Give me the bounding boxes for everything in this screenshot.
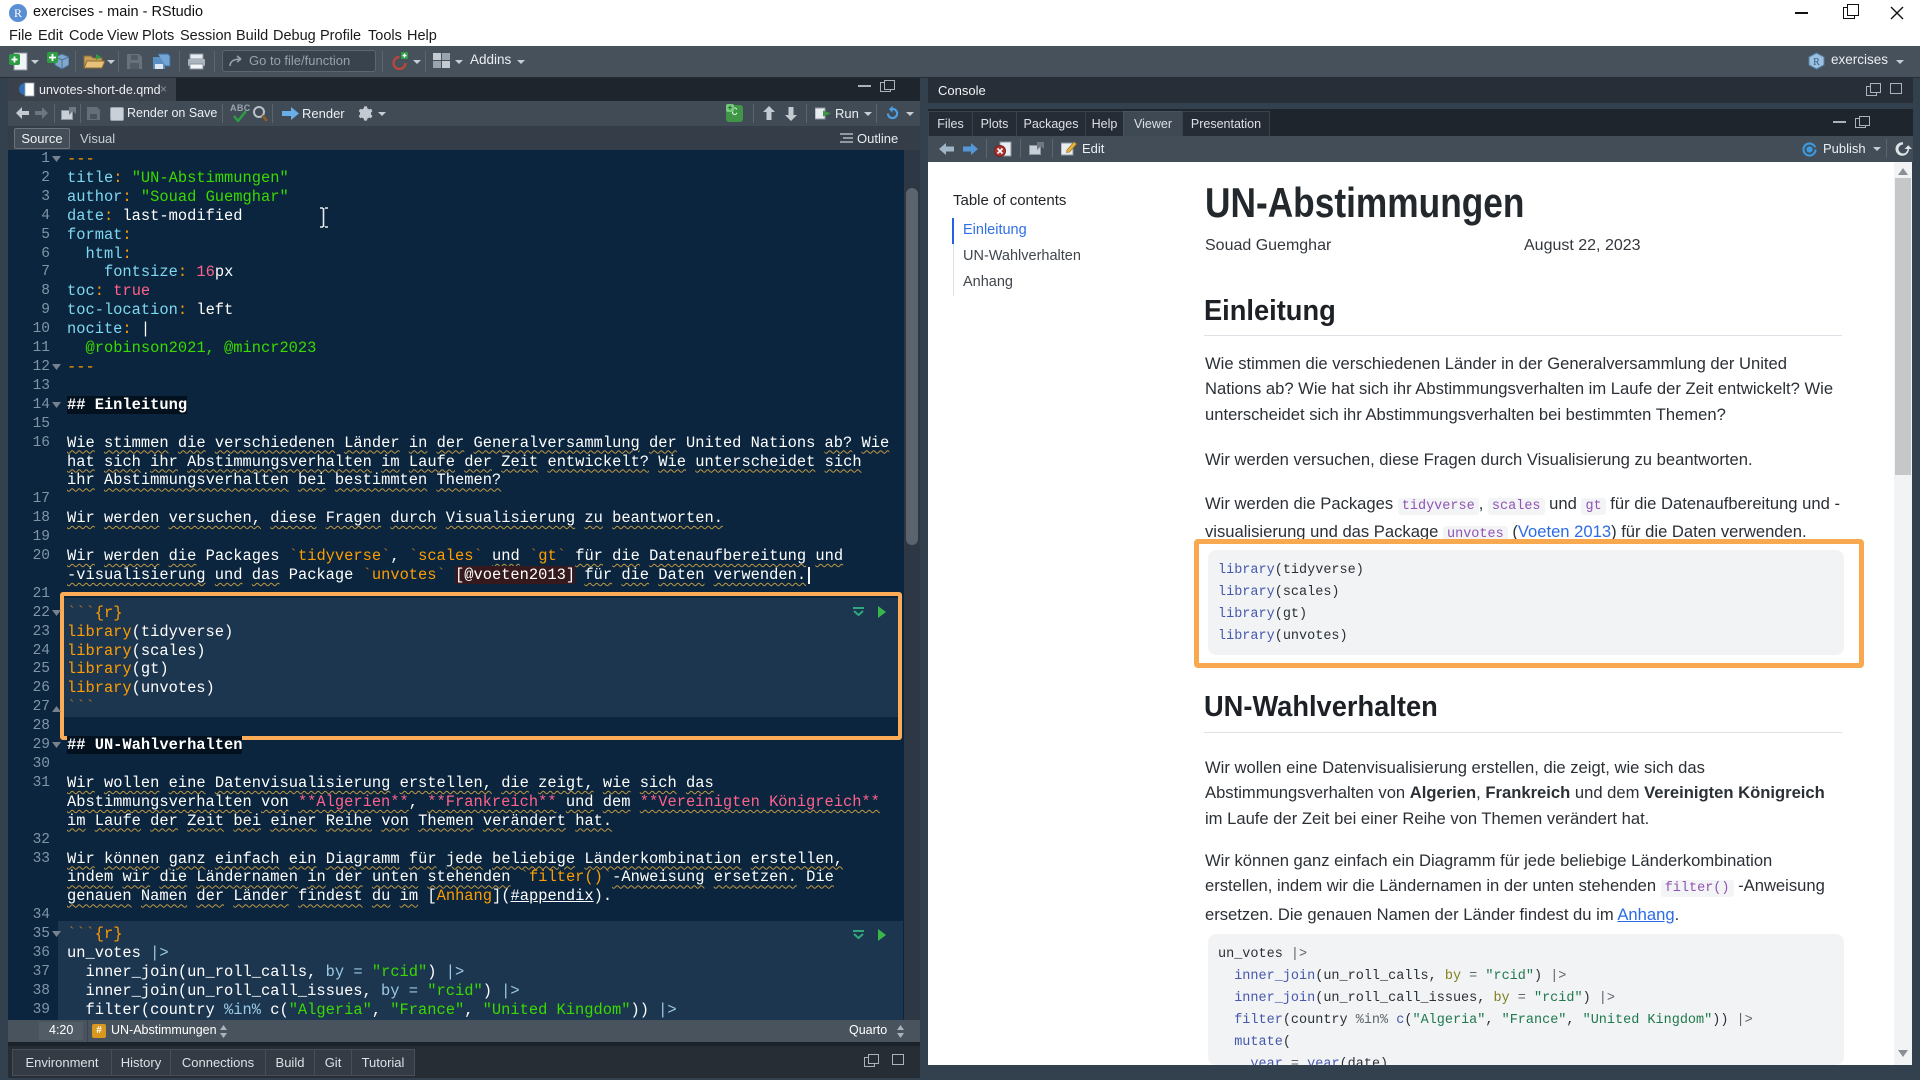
svg-text:R: R	[1813, 57, 1820, 68]
